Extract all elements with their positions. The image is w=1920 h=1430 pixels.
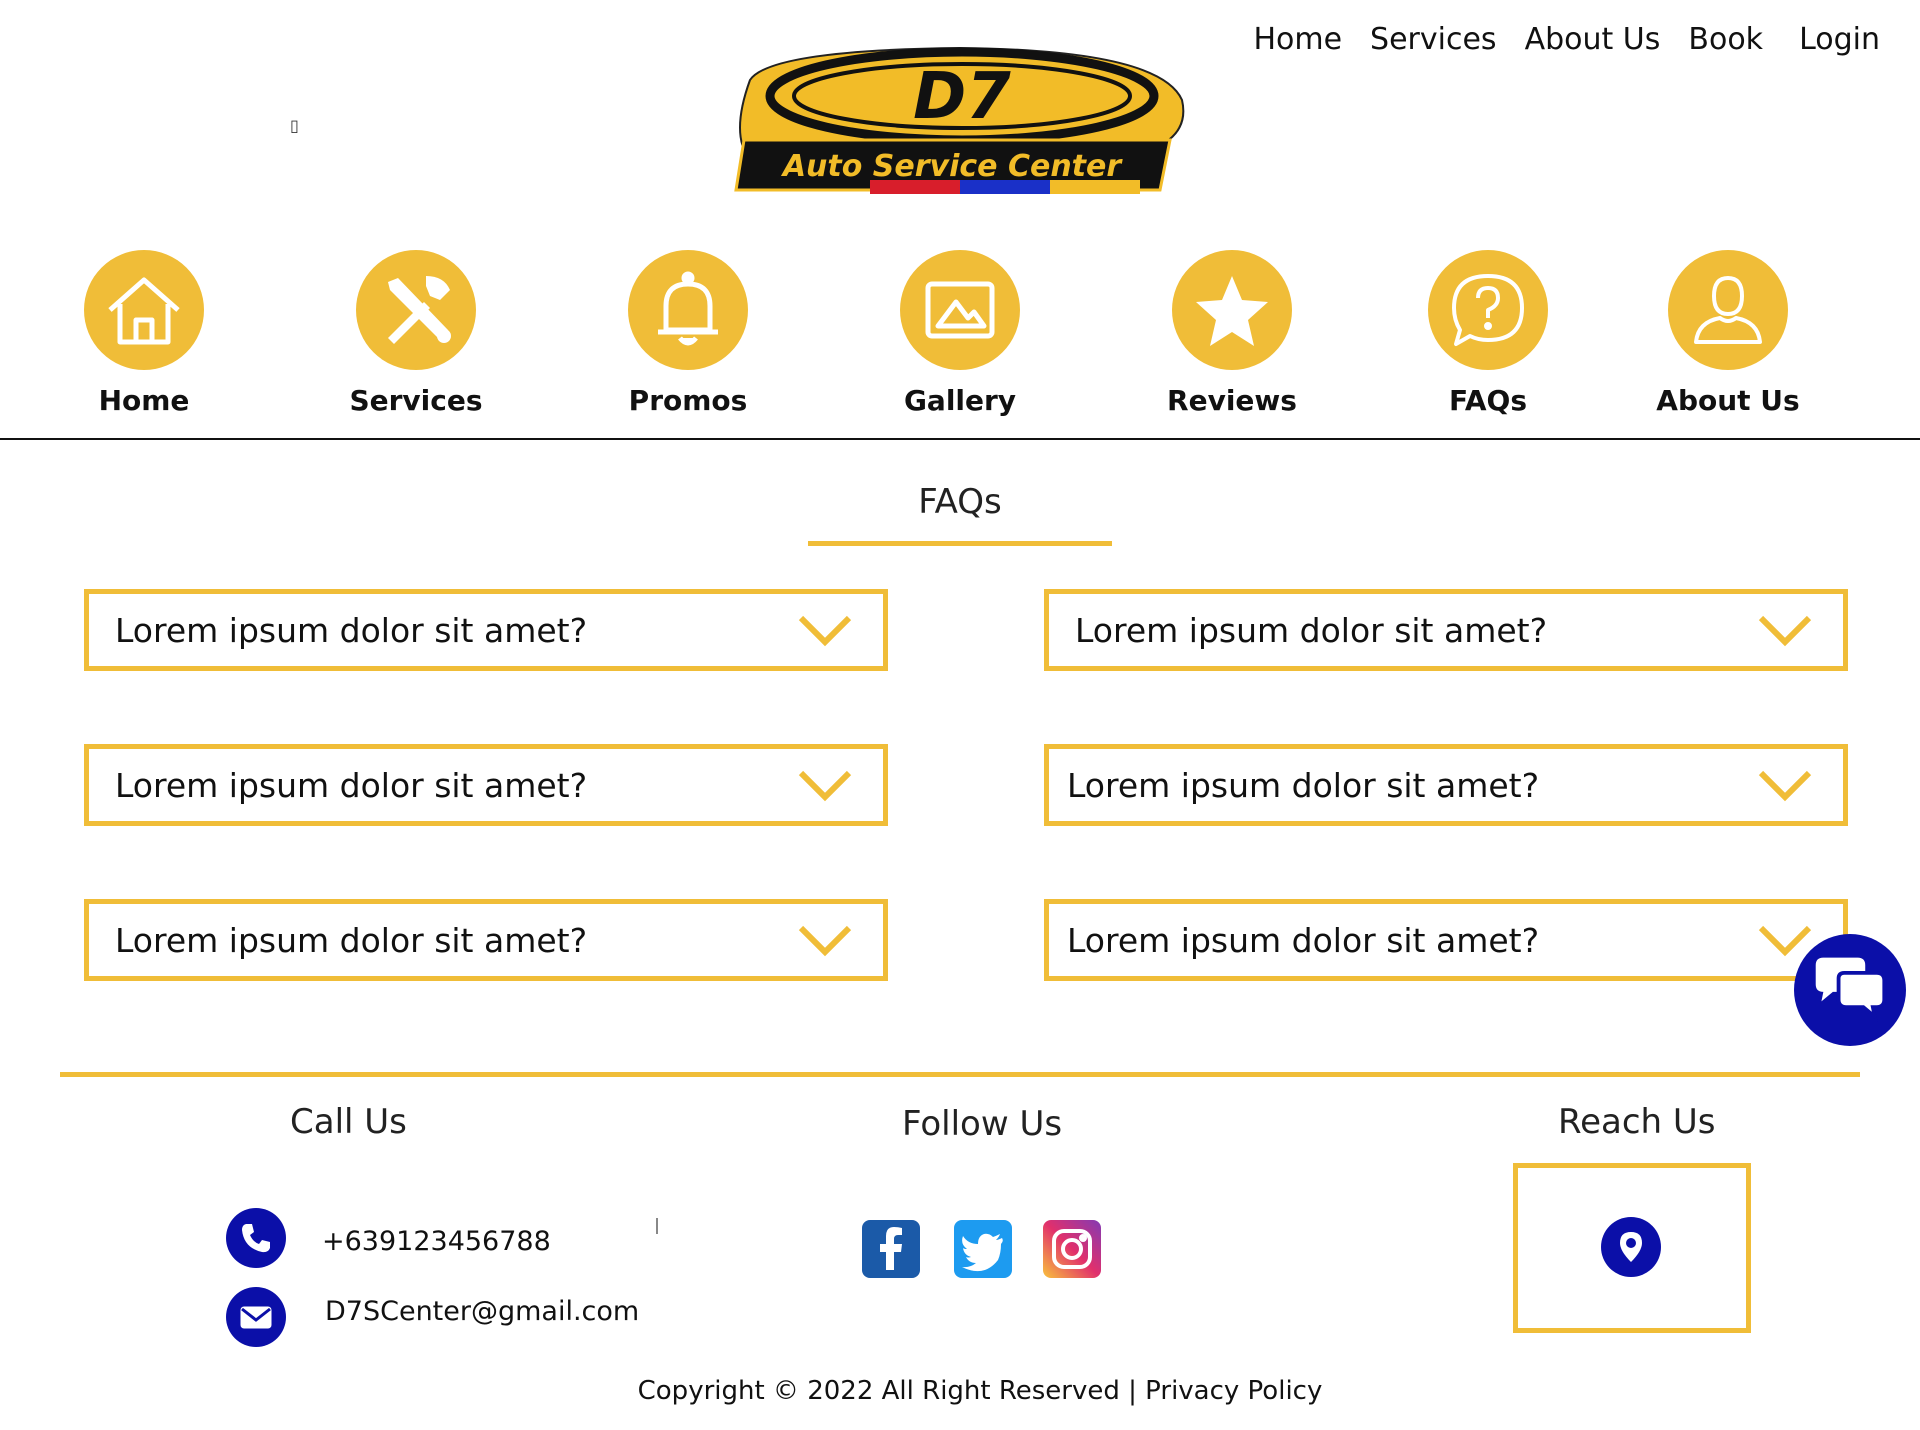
icon-nav-reviews[interactable]: Reviews bbox=[1112, 250, 1352, 417]
chevron-down-icon bbox=[798, 615, 852, 647]
logo-tagline: Auto Service Center bbox=[781, 149, 1124, 184]
email-address[interactable]: D7SCenter@gmail.com bbox=[325, 1296, 639, 1327]
icon-nav-label: About Us bbox=[1656, 384, 1800, 417]
top-nav: Home Services About Us Book Login bbox=[1225, 22, 1880, 57]
icon-nav-gallery[interactable]: Gallery bbox=[840, 250, 1080, 417]
chevron-down-icon bbox=[1758, 925, 1812, 957]
faq-question: Lorem ipsum dolor sit amet? bbox=[115, 610, 588, 650]
chevron-down-icon bbox=[798, 925, 852, 957]
chat-bubbles-icon bbox=[1815, 957, 1887, 1022]
top-nav-login[interactable]: Login bbox=[1799, 22, 1880, 57]
faq-title: FAQs bbox=[918, 482, 1002, 522]
top-nav-about-us[interactable]: About Us bbox=[1525, 22, 1661, 57]
chevron-down-icon bbox=[1758, 770, 1812, 802]
chevron-down-icon bbox=[1758, 615, 1812, 647]
twitter-icon[interactable] bbox=[954, 1220, 1012, 1278]
user-icon bbox=[1668, 250, 1788, 370]
faq-item-4[interactable]: Lorem ipsum dolor sit amet? bbox=[1044, 744, 1848, 826]
icon-nav-label: Reviews bbox=[1167, 384, 1297, 417]
phone-icon[interactable] bbox=[226, 1208, 286, 1268]
icon-nav-promos[interactable]: Promos bbox=[568, 250, 808, 417]
nav-divider bbox=[0, 438, 1920, 440]
icon-nav-home[interactable]: Home bbox=[24, 250, 264, 417]
image-icon bbox=[900, 250, 1020, 370]
icon-nav-label: Services bbox=[349, 384, 483, 417]
logo-mark: D7 bbox=[913, 60, 1011, 134]
faq-title-underline bbox=[808, 541, 1112, 546]
top-nav-services[interactable]: Services bbox=[1370, 22, 1497, 57]
location-pin-icon[interactable] bbox=[1601, 1217, 1661, 1277]
phone-number[interactable]: +639123456788 bbox=[322, 1226, 551, 1257]
faq-item-3[interactable]: Lorem ipsum dolor sit amet? bbox=[84, 744, 888, 826]
tools-icon bbox=[356, 250, 476, 370]
icon-nav-label: Promos bbox=[628, 384, 748, 417]
icon-nav-services[interactable]: Services bbox=[296, 250, 536, 417]
icon-nav-about-us[interactable]: About Us bbox=[1608, 250, 1848, 417]
faq-item-2[interactable]: Lorem ipsum dolor sit amet? bbox=[1044, 589, 1848, 671]
footer-divider bbox=[60, 1072, 1860, 1077]
faq-question: Lorem ipsum dolor sit amet? bbox=[115, 765, 588, 805]
star-icon bbox=[1172, 250, 1292, 370]
email-icon[interactable] bbox=[226, 1287, 286, 1347]
stray-glyph: ▯ bbox=[290, 116, 299, 135]
home-icon bbox=[84, 250, 204, 370]
faq-item-1[interactable]: Lorem ipsum dolor sit amet? bbox=[84, 589, 888, 671]
top-nav-home[interactable]: Home bbox=[1253, 22, 1342, 57]
copyright-text: Copyright © 2022 All Right Reserved | Pr… bbox=[0, 1376, 1920, 1406]
icon-nav-label: FAQs bbox=[1448, 384, 1528, 417]
faq-question: Lorem ipsum dolor sit amet? bbox=[1067, 920, 1540, 960]
faq-question: Lorem ipsum dolor sit amet? bbox=[1067, 765, 1540, 805]
call-us-heading: Call Us bbox=[290, 1102, 407, 1142]
instagram-icon[interactable] bbox=[1043, 1220, 1101, 1278]
top-nav-book[interactable]: Book bbox=[1688, 22, 1763, 57]
reach-us-heading: Reach Us bbox=[1558, 1102, 1716, 1142]
facebook-icon[interactable] bbox=[862, 1220, 920, 1278]
faq-item-5[interactable]: Lorem ipsum dolor sit amet? bbox=[84, 899, 888, 981]
faq-question: Lorem ipsum dolor sit amet? bbox=[1075, 610, 1548, 650]
faq-item-6[interactable]: Lorem ipsum dolor sit amet? bbox=[1044, 899, 1848, 981]
icon-nav-faqs[interactable]: FAQs bbox=[1368, 250, 1608, 417]
chat-button[interactable] bbox=[1794, 934, 1906, 1046]
logo[interactable]: D7 Auto Service Center bbox=[730, 40, 1190, 210]
follow-us-heading: Follow Us bbox=[902, 1104, 1063, 1144]
icon-nav-label: Home bbox=[98, 384, 190, 417]
separator-mark bbox=[656, 1218, 658, 1234]
bell-icon bbox=[628, 250, 748, 370]
question-bubble-icon bbox=[1428, 250, 1548, 370]
copyright-label: Copyright © 2022 All Right Reserved | Pr… bbox=[637, 1376, 1323, 1406]
chevron-down-icon bbox=[798, 770, 852, 802]
faq-question: Lorem ipsum dolor sit amet? bbox=[115, 920, 588, 960]
icon-nav-label: Gallery bbox=[903, 384, 1017, 417]
